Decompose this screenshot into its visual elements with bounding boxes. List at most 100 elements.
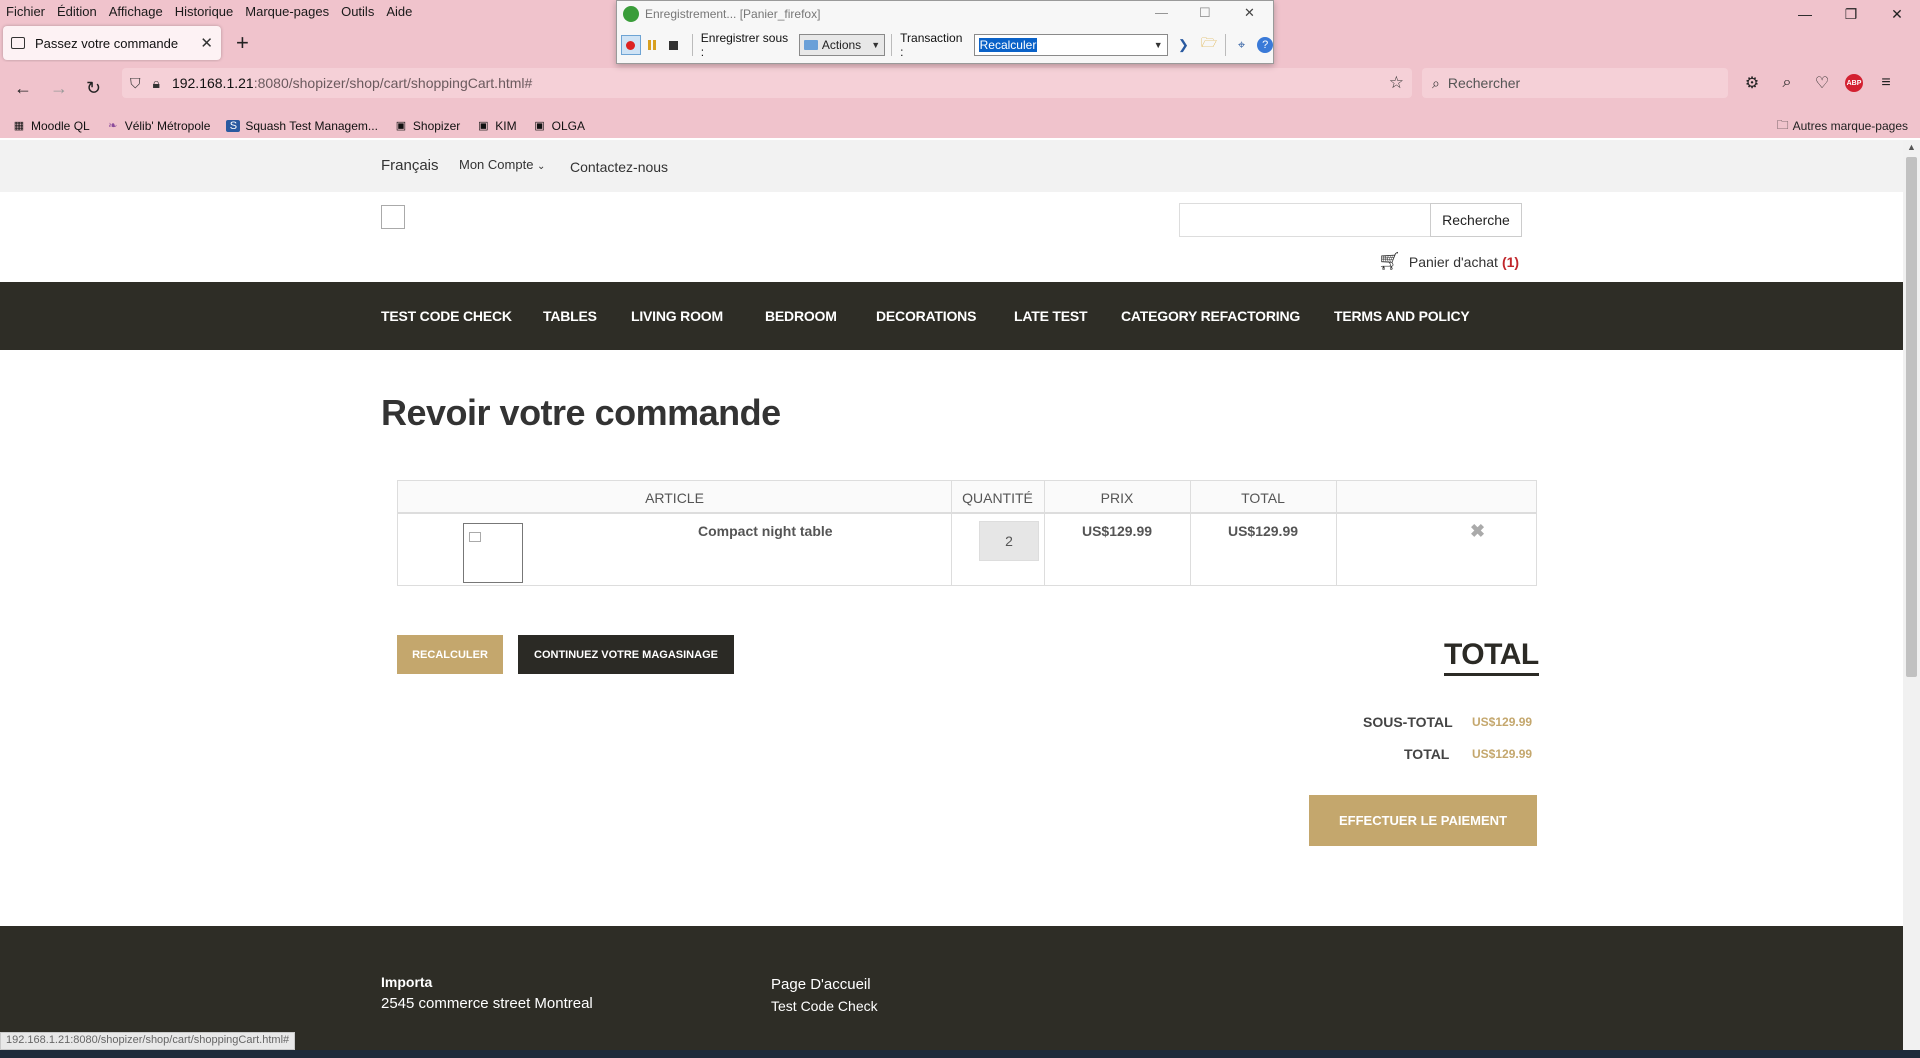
remove-item-icon[interactable]: ✖ xyxy=(1470,521,1485,542)
column-divider xyxy=(1336,481,1337,585)
category-tables[interactable]: TABLES xyxy=(543,308,597,324)
recorder-maximize-icon[interactable]: ☐ xyxy=(1199,5,1211,21)
quantity-input[interactable]: 2 xyxy=(979,521,1039,561)
recorder-title: Enregistrement... [Panier_firefox] xyxy=(645,7,821,21)
footer-company: Importa xyxy=(381,974,433,990)
squash-icon: S xyxy=(226,120,241,132)
transaction-label: Transaction : xyxy=(900,31,963,59)
category-late-test[interactable]: LATE TEST xyxy=(1014,308,1088,324)
save-under-select[interactable]: Actions ▼ xyxy=(798,34,886,56)
other-bookmarks-label: Autres marque-pages xyxy=(1792,119,1908,133)
subtotal-value: US$129.99 xyxy=(1472,715,1533,729)
menu-file[interactable]: Fichier xyxy=(6,4,45,19)
column-header-total: TOTAL xyxy=(1241,490,1285,506)
category-living-room[interactable]: LIVING ROOM xyxy=(631,308,723,324)
close-tab-icon[interactable]: ✕ xyxy=(200,34,213,52)
lock-icon[interactable]: 🔒︎ xyxy=(153,75,160,92)
record-icon xyxy=(626,40,636,50)
site-topbar: Français Mon Compte ⌄ Contactez-nous xyxy=(0,140,1903,192)
page-scrollbar[interactable]: ▲ xyxy=(1903,140,1920,1054)
page-favicon-icon xyxy=(11,37,25,49)
bookmark-label: Shopizer xyxy=(412,119,461,133)
hamburger-menu-icon[interactable]: ≡ xyxy=(1874,72,1898,94)
transaction-value: Recalculer xyxy=(978,38,1038,52)
status-bar-url: 192.168.1.21:8080/shopizer/shop/cart/sho… xyxy=(0,1032,296,1050)
category-terms-and-policy[interactable]: TERMS AND POLICY xyxy=(1334,308,1470,324)
reload-icon[interactable]: ↻ xyxy=(86,78,101,99)
back-icon[interactable]: ← xyxy=(14,78,32,99)
tracking-shield-icon[interactable]: ⛉ xyxy=(130,75,141,92)
transaction-select[interactable]: Recalculer ▼ xyxy=(973,34,1168,56)
footer-link-category[interactable]: Test Code Check xyxy=(771,998,878,1014)
footer-link-home[interactable]: Page D'accueil xyxy=(771,976,871,993)
bookmark-squash[interactable]: S Squash Test Managem... xyxy=(226,119,378,133)
continue-shopping-button[interactable]: CONTINUEZ VOTRE MAGASINAGE xyxy=(518,635,734,674)
menu-tools[interactable]: Outils xyxy=(341,4,374,19)
category-nav: TEST CODE CHECK TABLES LIVING ROOM BEDRO… xyxy=(0,282,1903,350)
browser-search-input[interactable]: ⌕ Rechercher xyxy=(1422,68,1728,98)
folder-icon xyxy=(803,40,818,50)
bookmark-shopizer[interactable]: ▣ Shopizer xyxy=(394,119,461,133)
account-label: Mon Compte xyxy=(459,157,534,172)
other-bookmarks[interactable]: 🗀 Autres marque-pages xyxy=(1777,116,1908,137)
bookmark-label: Squash Test Managem... xyxy=(245,119,378,133)
subtotal-label: SOUS-TOTAL xyxy=(1363,714,1453,730)
save-under-value: Actions xyxy=(821,38,862,52)
language-selector[interactable]: Français xyxy=(381,157,439,174)
adblock-icon[interactable]: ABP xyxy=(1845,74,1863,92)
total-label: TOTAL xyxy=(1404,746,1450,762)
pocket-icon[interactable]: ♡ xyxy=(1810,72,1834,94)
menu-bookmarks[interactable]: Marque-pages xyxy=(245,4,329,19)
product-image[interactable] xyxy=(463,523,523,583)
zoom-search-icon[interactable]: ⌕ xyxy=(1775,72,1799,94)
account-menu[interactable]: Mon Compte ⌄ xyxy=(459,157,545,172)
help-icon[interactable]: ? xyxy=(1257,37,1274,53)
folder-icon: 🗀 xyxy=(1776,117,1789,132)
open-folder-icon[interactable]: 🗁 xyxy=(1199,35,1219,55)
bookmark-olga[interactable]: ▣ OLGA xyxy=(533,119,585,133)
bookmark-label: Vélib' Métropole xyxy=(124,119,211,133)
scroll-up-icon[interactable]: ▲ xyxy=(1907,142,1916,152)
category-bedroom[interactable]: BEDROOM xyxy=(765,308,837,324)
column-header-quantity: QUANTITÉ xyxy=(962,490,1033,506)
recalculate-button[interactable]: RECALCULER xyxy=(397,635,503,674)
checkout-button[interactable]: EFFECTUER LE PAIEMENT xyxy=(1309,795,1537,846)
page-title: Revoir votre commande xyxy=(381,392,781,433)
play-icon[interactable]: ❯ xyxy=(1174,35,1194,55)
chevron-down-icon: ⌄ xyxy=(537,161,546,172)
gear-icon[interactable]: ⚙ xyxy=(1740,72,1764,94)
bookmark-moodle[interactable]: ▦ Moodle QL xyxy=(12,119,90,133)
category-decorations[interactable]: DECORATIONS xyxy=(876,308,976,324)
contact-link[interactable]: Contactez-nous xyxy=(570,159,668,175)
browser-tab[interactable]: Passez votre commande ✕ xyxy=(3,26,221,60)
separator xyxy=(891,34,893,56)
address-bar[interactable]: ⛉ 🔒︎ 192.168.1.21 :8080/shopizer/shop/ca… xyxy=(122,68,1412,98)
column-header-price: PRIX xyxy=(1100,490,1134,506)
chevron-down-icon: ▼ xyxy=(871,40,881,50)
menu-history[interactable]: Historique xyxy=(175,4,234,19)
category-test-code-check[interactable]: TEST CODE CHECK xyxy=(381,308,512,324)
record-button[interactable] xyxy=(621,35,641,55)
table-header: ARTICLE QUANTITÉ PRIX TOTAL xyxy=(398,481,1536,514)
target-icon[interactable]: ⌖ xyxy=(1232,35,1252,55)
category-refactoring[interactable]: CATEGORY REFACTORING xyxy=(1121,308,1300,324)
menu-help[interactable]: Aide xyxy=(386,4,412,19)
pause-button[interactable] xyxy=(643,35,663,55)
menu-view[interactable]: Affichage xyxy=(109,4,163,19)
stop-button[interactable] xyxy=(664,35,684,55)
bookmark-label: OLGA xyxy=(551,119,585,133)
store-logo[interactable] xyxy=(381,205,405,229)
cart-link[interactable]: 🛒︎ Panier d'achat (1) xyxy=(1378,251,1519,272)
product-name[interactable]: Compact night table xyxy=(698,523,833,539)
forward-icon[interactable]: → xyxy=(50,78,68,99)
scrollbar-thumb[interactable] xyxy=(1906,157,1917,677)
site-search-button[interactable]: Recherche xyxy=(1430,203,1522,237)
recorder-close-icon[interactable]: ✕ xyxy=(1244,5,1255,21)
menu-edit[interactable]: Édition xyxy=(57,4,97,19)
bookmark-kim[interactable]: ▣ KIM xyxy=(476,119,517,133)
new-tab-icon[interactable]: + xyxy=(236,30,249,56)
recorder-minimize-icon[interactable]: — xyxy=(1155,5,1168,20)
bookmark-star-icon[interactable]: ☆ xyxy=(1389,73,1404,93)
bookmark-velib[interactable]: ❧ Vélib' Métropole xyxy=(106,119,211,133)
site-search-input[interactable] xyxy=(1179,203,1431,237)
